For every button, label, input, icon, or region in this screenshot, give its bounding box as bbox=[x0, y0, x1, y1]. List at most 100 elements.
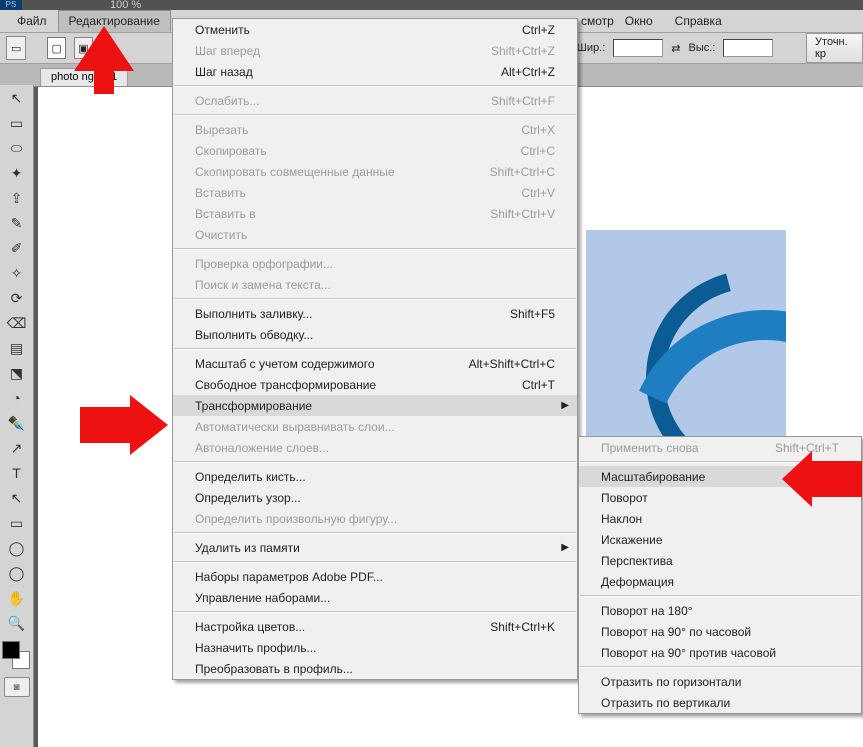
swap-wh-icon[interactable]: ⇄ bbox=[671, 42, 680, 55]
tool-16[interactable]: ↖ bbox=[2, 486, 32, 510]
transform-submenu-separator bbox=[580, 461, 860, 463]
tool-7[interactable]: ✧ bbox=[2, 261, 32, 285]
height-input[interactable] bbox=[723, 39, 773, 57]
transform-submenu-item-9[interactable]: Поворот на 180° bbox=[579, 600, 861, 621]
menu-item-label: Искажение bbox=[601, 533, 663, 547]
tool-3[interactable]: ✦ bbox=[2, 161, 32, 185]
quick-mask-icon[interactable]: ◙ bbox=[4, 677, 30, 697]
tool-5[interactable]: ✎ bbox=[2, 211, 32, 235]
width-input[interactable] bbox=[613, 39, 663, 57]
tool-0[interactable]: ↖ bbox=[2, 86, 32, 110]
tool-6[interactable]: ✐ bbox=[2, 236, 32, 260]
menu-item-shortcut: Shift+Ctrl+Z bbox=[491, 44, 555, 58]
menu-item-shortcut: Shift+Ctrl+K bbox=[490, 620, 555, 634]
color-swatches[interactable] bbox=[2, 641, 30, 669]
menu-item-label: Определить произвольную фигуру... bbox=[195, 512, 397, 526]
tool-17[interactable]: ▭ bbox=[2, 511, 32, 535]
transform-submenu: Применить сноваShift+Ctrl+TМасштабирован… bbox=[578, 436, 862, 714]
tool-14[interactable]: ↗ bbox=[2, 436, 32, 460]
menu-item-label: Определить кисть... bbox=[195, 470, 306, 484]
edit-menu-item-0[interactable]: ОтменитьCtrl+Z bbox=[173, 19, 577, 40]
menu-item-label: Свободное трансформирование bbox=[195, 378, 376, 392]
edit-menu-item-11: Очистить bbox=[173, 224, 577, 245]
transform-submenu-item-14[interactable]: Отразить по вертикали bbox=[579, 692, 861, 713]
edit-menu-item-26[interactable]: Определить узор... bbox=[173, 487, 577, 508]
transform-submenu-item-7[interactable]: Деформация bbox=[579, 571, 861, 592]
menu-help[interactable]: Справка bbox=[664, 10, 733, 32]
tool-15[interactable]: T bbox=[2, 461, 32, 485]
edit-menu-item-6: ВырезатьCtrl+X bbox=[173, 119, 577, 140]
menu-edit[interactable]: Редактирование bbox=[58, 10, 171, 32]
edit-menu-separator bbox=[174, 348, 576, 350]
menu-item-label: Поворот на 90° по часовой bbox=[601, 625, 751, 639]
edit-menu-item-29[interactable]: Удалить из памяти▶ bbox=[173, 537, 577, 558]
transform-submenu-item-5[interactable]: Искажение bbox=[579, 529, 861, 550]
tool-13[interactable]: ✒️ bbox=[2, 411, 32, 435]
tool-4[interactable]: ⇪ bbox=[2, 186, 32, 210]
edit-menu-item-21[interactable]: Трансформирование▶ bbox=[173, 395, 577, 416]
tool-10[interactable]: ▤ bbox=[2, 336, 32, 360]
edit-menu-item-32[interactable]: Управление наборами... bbox=[173, 587, 577, 608]
edit-menu-item-19[interactable]: Масштаб с учетом содержимогоAlt+Shift+Ct… bbox=[173, 353, 577, 374]
menu-window[interactable]: Окно bbox=[614, 10, 664, 32]
menu-item-shortcut: Shift+Ctrl+F bbox=[491, 94, 555, 108]
menu-item-label: Поиск и замена текста... bbox=[195, 278, 331, 292]
transform-submenu-item-13[interactable]: Отразить по горизонтали bbox=[579, 671, 861, 692]
edit-menu-item-2[interactable]: Шаг назадAlt+Ctrl+Z bbox=[173, 61, 577, 82]
tool-21[interactable]: 🔍 bbox=[2, 611, 32, 635]
tool-1[interactable]: ▭ bbox=[2, 111, 32, 135]
menu-item-label: Наклон bbox=[601, 512, 642, 526]
selection-add-icon[interactable]: ▣ bbox=[74, 37, 93, 59]
menu-item-shortcut: Shift+F5 bbox=[510, 307, 555, 321]
menu-item-label: Очистить bbox=[195, 228, 247, 242]
refine-edge-button[interactable]: Уточн. кр bbox=[806, 33, 863, 63]
edit-menu-separator bbox=[174, 85, 576, 87]
edit-menu-item-35[interactable]: Назначить профиль... bbox=[173, 637, 577, 658]
tool-8[interactable]: ⟳ bbox=[2, 286, 32, 310]
edit-menu-item-4: Ослабить...Shift+Ctrl+F bbox=[173, 90, 577, 111]
menu-item-shortcut: Ctrl+Z bbox=[522, 23, 555, 37]
edit-menu-item-31[interactable]: Наборы параметров Adobe PDF... bbox=[173, 566, 577, 587]
transform-submenu-item-6[interactable]: Перспектива bbox=[579, 550, 861, 571]
edit-menu-item-36[interactable]: Преобразовать в профиль... bbox=[173, 658, 577, 679]
transform-submenu-item-4[interactable]: Наклон bbox=[579, 508, 861, 529]
document-tab[interactable]: photo ng @ 1 bbox=[40, 68, 128, 86]
menu-item-label: Поворот на 90° против часовой bbox=[601, 646, 776, 660]
menu-item-shortcut: Ctrl+X bbox=[521, 123, 555, 137]
selection-new-icon[interactable]: ▢ bbox=[47, 37, 66, 59]
edit-menu-item-34[interactable]: Настройка цветов...Shift+Ctrl+K bbox=[173, 616, 577, 637]
menu-item-label: Скопировать bbox=[195, 144, 267, 158]
tool-12[interactable]: ◔ bbox=[2, 386, 32, 410]
ps-logo: PS bbox=[0, 0, 22, 10]
menu-item-label: Скопировать совмещенные данные bbox=[195, 165, 395, 179]
transform-submenu-separator bbox=[580, 595, 860, 597]
edit-menu-separator bbox=[174, 248, 576, 250]
edit-menu-item-16[interactable]: Выполнить заливку...Shift+F5 bbox=[173, 303, 577, 324]
tool-11[interactable]: ⬔ bbox=[2, 361, 32, 385]
menu-cutoff: смотр bbox=[581, 14, 614, 28]
transform-submenu-item-10[interactable]: Поворот на 90° по часовой bbox=[579, 621, 861, 642]
edit-menu-separator bbox=[174, 611, 576, 613]
edit-menu-item-20[interactable]: Свободное трансформированиеCtrl+T bbox=[173, 374, 577, 395]
menu-item-label: Проверка орфографии... bbox=[195, 257, 333, 271]
transform-submenu-item-3[interactable]: Поворот bbox=[579, 487, 861, 508]
menu-item-label: Определить узор... bbox=[195, 491, 301, 505]
edit-menu-item-17[interactable]: Выполнить обводку... bbox=[173, 324, 577, 345]
tool-20[interactable]: ✋ bbox=[2, 586, 32, 610]
transform-submenu-item-2[interactable]: Масштабирование bbox=[579, 466, 861, 487]
tool-9[interactable]: ⌫ bbox=[2, 311, 32, 335]
edit-menu-item-9: ВставитьCtrl+V bbox=[173, 182, 577, 203]
height-label: Выс.: bbox=[688, 42, 715, 54]
edit-menu-item-27: Определить произвольную фигуру... bbox=[173, 508, 577, 529]
transform-submenu-item-11[interactable]: Поворот на 90° против часовой bbox=[579, 642, 861, 663]
tool-18[interactable]: ◯ bbox=[2, 536, 32, 560]
tool-2[interactable]: ⬭ bbox=[2, 136, 32, 160]
marquee-tool-preset-icon[interactable]: ▭ bbox=[6, 36, 26, 60]
edit-menu-separator bbox=[174, 114, 576, 116]
width-label: Шир.: bbox=[577, 42, 605, 54]
tool-19[interactable]: ◯ bbox=[2, 561, 32, 585]
edit-menu-separator bbox=[174, 532, 576, 534]
menu-file[interactable]: Файл bbox=[6, 10, 58, 32]
menu-item-label: Выполнить обводку... bbox=[195, 328, 313, 342]
edit-menu-item-25[interactable]: Определить кисть... bbox=[173, 466, 577, 487]
